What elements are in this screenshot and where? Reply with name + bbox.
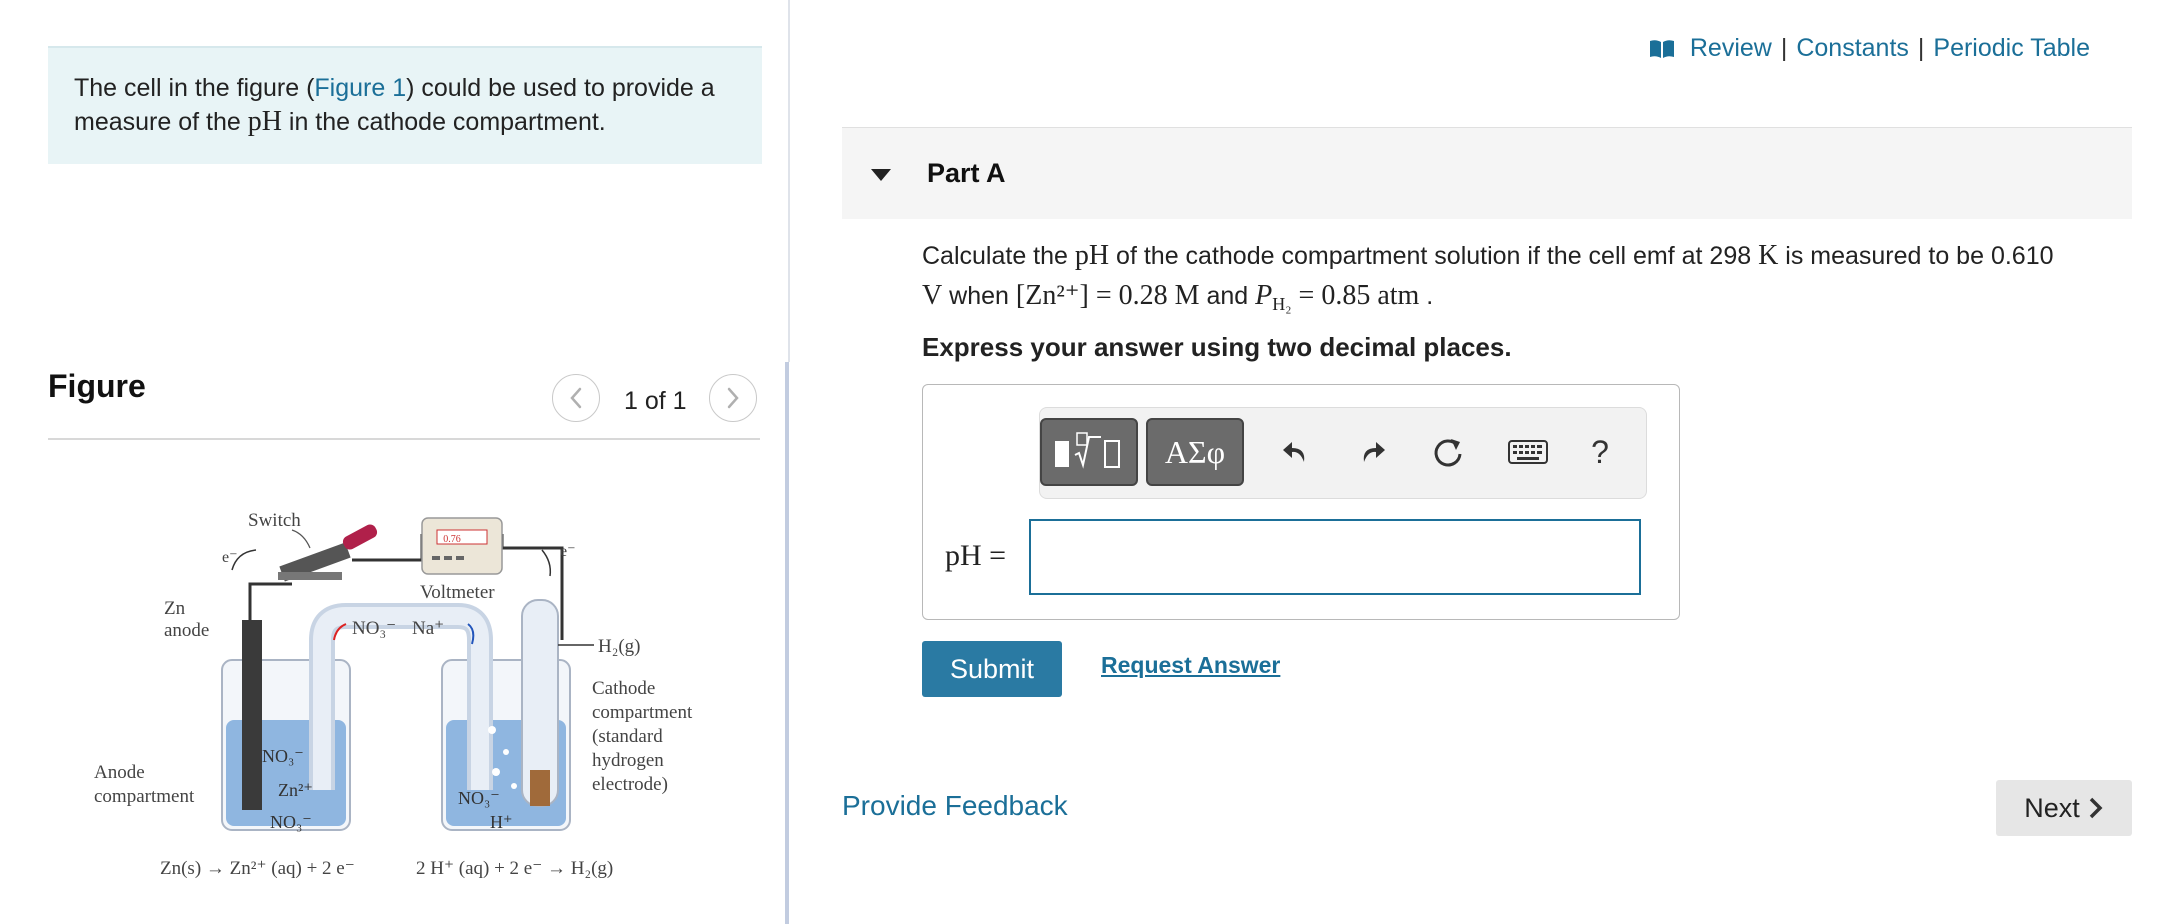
periodic-table-link[interactable]: Periodic Table (1933, 34, 2090, 63)
templates-button[interactable] (1040, 418, 1138, 486)
figure-link[interactable]: Figure 1 (314, 74, 406, 102)
answer-box: ΑΣφ ? pH = (922, 384, 1680, 620)
provide-feedback-link[interactable]: Provide Feedback (842, 790, 1068, 822)
question-text-3: is measured to be 0.610 (1778, 242, 2054, 270)
next-button-label: Next (2024, 792, 2080, 823)
bridge-no3-label: NO₃⁻ (352, 618, 396, 639)
intro-ph: pH (247, 106, 282, 137)
cathode-h-label: H⁺ (490, 812, 513, 832)
voltmeter-display: 0.76 (443, 534, 461, 545)
question-volt: V (922, 280, 943, 311)
voltmeter-label: Voltmeter (420, 582, 495, 603)
chevron-left-icon (570, 387, 582, 409)
book-icon (1648, 38, 1676, 60)
cathode-label-2: compartment (592, 702, 693, 723)
anode-label: anode (164, 620, 209, 641)
cathode-no3-label: NO₃⁻ (458, 788, 500, 808)
question-kelvin: K (1758, 240, 1779, 271)
anode-half-reaction: Zn(s) → Zn²⁺ (aq) + 2 e⁻ (160, 858, 355, 879)
question-text: Calculate the pH of the cathode compartm… (922, 236, 2122, 324)
question-ph: pH (1074, 240, 1110, 271)
anode-compartment-label-1: Anode (94, 762, 145, 783)
request-answer-link[interactable]: Request Answer (1101, 652, 1280, 679)
question-text-6: . (1419, 282, 1434, 310)
cathode-label-5: electrode) (592, 774, 668, 795)
prev-figure-button[interactable] (552, 374, 600, 422)
link-separator: | (1917, 34, 1925, 62)
constants-link[interactable]: Constants (1796, 34, 1909, 63)
pane-resize-handle[interactable] (785, 362, 789, 924)
chevron-right-icon (2089, 797, 2103, 819)
question-zn-concentration: [Zn²⁺] = 0.28 M (1015, 280, 1200, 311)
anode-no3-label-2: NO₃⁻ (270, 812, 312, 832)
question-text-5: and (1199, 282, 1256, 310)
answer-input[interactable] (1029, 519, 1641, 595)
next-button[interactable]: Next (1996, 780, 2132, 836)
chevron-right-icon (727, 387, 739, 409)
review-link[interactable]: Review (1690, 34, 1772, 63)
anode-zn2-label: Zn²⁺ (278, 780, 313, 800)
reset-icon[interactable] (1426, 430, 1470, 474)
caret-down-icon[interactable] (870, 168, 892, 182)
cathode-label-4: hydrogen (592, 750, 664, 771)
next-figure-button[interactable] (709, 374, 757, 422)
cathode-label-1: Cathode (592, 678, 655, 699)
help-button[interactable]: ? (1578, 430, 1622, 474)
submit-button[interactable]: Submit (922, 641, 1062, 697)
intro-text-start: The cell in the figure ( (74, 74, 315, 102)
part-a-header[interactable]: Part A (842, 127, 2132, 219)
cathode-half-reaction: 2 H⁺ (aq) + 2 e⁻ → H₂(g) (416, 858, 613, 879)
intro-text-end: in the cathode compartment. (281, 108, 606, 136)
h2-gas-label: H₂(g) (598, 636, 641, 657)
pane-divider-top (788, 0, 790, 362)
redo-icon[interactable] (1350, 430, 1394, 474)
instruction-text: Express your answer using two decimal pl… (922, 332, 1512, 362)
question-text-1: Calculate the (922, 242, 1075, 270)
keyboard-icon[interactable] (1506, 430, 1550, 474)
intro-text-box: The cell in the figure (Figure 1) could … (48, 46, 762, 164)
templates-icon (1055, 432, 1120, 469)
question-text-2: of the cathode compartment solution if t… (1109, 242, 1759, 270)
zn-label: Zn (164, 598, 186, 619)
figure-counter: 1 of 1 (624, 387, 687, 415)
resource-links: Review | Constants | Periodic Table (1648, 34, 2090, 63)
math-toolbar: ΑΣφ ? (1039, 407, 1647, 499)
part-title: Part A (927, 158, 1006, 188)
electrochemical-cell-figure: Switch e⁻ 0.76 Voltmeter e⁻ Zn anode NO₃… (94, 510, 693, 879)
question-text-4: when (942, 282, 1016, 310)
question-pressure-subscript: H₂ (1272, 294, 1292, 314)
anode-compartment-label-2: compartment (94, 786, 195, 807)
figure-title: Figure (48, 368, 146, 404)
electron-label-right: e⁻ (560, 543, 576, 560)
anode-no3-label-1: NO₃⁻ (262, 746, 304, 766)
cathode-label-3: (standard (592, 726, 663, 747)
left-pane: The cell in the figure (Figure 1) could … (0, 0, 790, 924)
switch-label: Switch (248, 510, 301, 531)
undo-icon[interactable] (1274, 430, 1318, 474)
question-pressure-symbol: P (1255, 280, 1273, 311)
figure-divider (48, 438, 760, 440)
bridge-na-label: Na⁺ (412, 618, 444, 639)
greek-symbols-button[interactable]: ΑΣφ (1146, 418, 1244, 486)
switch-graphic (278, 524, 378, 582)
question-pressure-value: = 0.85 atm (1291, 280, 1420, 311)
link-separator: | (1780, 34, 1788, 62)
answer-label: pH = (945, 539, 1007, 572)
voltmeter-graphic (421, 517, 503, 575)
